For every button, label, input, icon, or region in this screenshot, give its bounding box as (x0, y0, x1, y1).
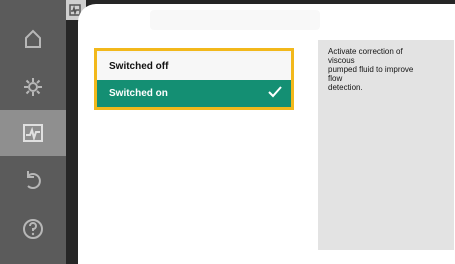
sidebar-item-help[interactable] (0, 206, 66, 252)
sidebar-item-home[interactable] (0, 16, 66, 62)
sidebar-item-monitor[interactable] (0, 110, 66, 156)
info-text: Activate correction of viscous pumped fl… (328, 47, 414, 92)
gear-icon (24, 78, 42, 96)
sidebar (0, 0, 66, 264)
help-icon (23, 219, 43, 239)
option-label: Switched on (109, 88, 168, 99)
check-icon (268, 86, 282, 98)
monitor-icon (23, 124, 43, 142)
info-panel: Activate correction of viscous pumped fl… (318, 40, 454, 250)
sidebar-item-settings[interactable] (0, 64, 66, 110)
option-switched-on[interactable]: Switched on (97, 80, 291, 107)
header-fade (150, 10, 320, 30)
option-label: Switched off (109, 61, 169, 72)
option-list: Switched off Switched on (94, 48, 294, 110)
home-icon (25, 29, 41, 48)
undo-icon (27, 171, 41, 189)
sidebar-item-undo[interactable] (0, 158, 66, 204)
option-switched-off[interactable]: Switched off (97, 53, 291, 80)
